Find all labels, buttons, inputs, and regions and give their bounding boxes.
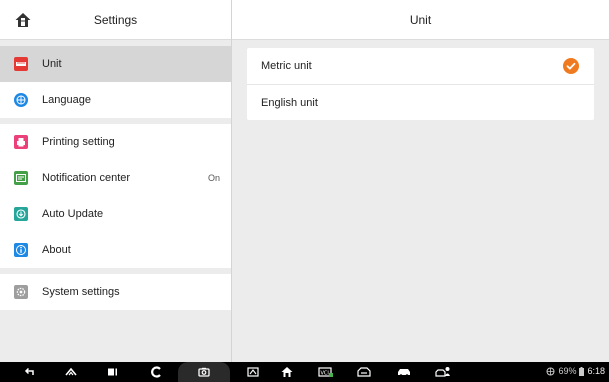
vci-status-icon[interactable]: VCI	[318, 365, 334, 379]
sidebar-item-about[interactable]: About	[0, 232, 231, 268]
status-area: 69% 6:18	[546, 366, 605, 376]
maxifix-home-icon[interactable]	[280, 365, 294, 379]
sidebar-item-label: System settings	[42, 286, 120, 298]
notification-icon	[14, 171, 28, 185]
page-title: Unit	[409, 13, 432, 27]
home-nav-icon[interactable]	[64, 365, 78, 379]
globe-status-icon	[546, 367, 555, 375]
unit-pane: Unit Metric unit English unit	[232, 0, 609, 362]
system-navigation-bar: VCI 69% 6:18	[0, 362, 609, 382]
menu-group-2: Printing setting Notification center On …	[0, 124, 231, 268]
sidebar-item-system-settings[interactable]: System settings	[0, 274, 231, 310]
sidebar-header: Settings	[0, 0, 231, 40]
option-label: English unit	[261, 96, 318, 109]
option-english-unit[interactable]: English unit	[247, 84, 594, 120]
sidebar-item-label: Printing setting	[42, 136, 115, 148]
printer-icon	[14, 135, 28, 149]
sidebar-item-label: About	[42, 244, 71, 256]
screenshot-button[interactable]	[178, 362, 230, 382]
sidebar-item-printing[interactable]: Printing setting	[0, 124, 231, 160]
notification-status: On	[207, 173, 220, 183]
clock: 6:18	[587, 366, 605, 376]
ruler-icon	[14, 57, 28, 71]
vci-icon[interactable]	[150, 365, 164, 379]
globe-icon	[14, 93, 28, 107]
remote-desk-icon[interactable]	[434, 365, 452, 379]
svg-text:VCI: VCI	[321, 371, 329, 377]
recent-apps-icon[interactable]	[106, 365, 120, 379]
sidebar-item-auto-update[interactable]: Auto Update	[0, 196, 231, 232]
camera-icon	[198, 367, 210, 377]
sidebar-item-label: Unit	[42, 58, 62, 70]
sidebar-item-notification[interactable]: Notification center On	[0, 160, 231, 196]
battery-percent: 69%	[558, 366, 577, 376]
sidebar-item-unit[interactable]: Unit	[0, 46, 231, 82]
unit-options: Metric unit English unit	[247, 48, 594, 120]
update-icon	[14, 207, 28, 221]
option-label: Metric unit	[261, 60, 312, 72]
sidebar-item-language[interactable]: Language	[0, 82, 231, 118]
scan-icon[interactable]	[246, 365, 260, 379]
car-icon[interactable]	[396, 365, 412, 379]
sidebar-item-label: Language	[42, 94, 91, 106]
menu-group-1: Unit Language	[0, 46, 231, 118]
content-header: Unit	[232, 0, 609, 40]
battery-icon	[579, 366, 585, 376]
service-icon[interactable]	[356, 365, 372, 379]
sidebar-title: Settings	[93, 13, 138, 27]
settings-sidebar: Settings Unit Language Printing setting	[0, 0, 231, 362]
option-metric-unit[interactable]: Metric unit	[247, 48, 594, 84]
gear-icon	[14, 285, 28, 299]
sidebar-item-label: Auto Update	[42, 208, 104, 220]
checkmark-icon	[563, 58, 579, 74]
sidebar-item-label: Notification center	[42, 172, 131, 184]
info-icon	[14, 243, 28, 257]
back-icon[interactable]	[22, 365, 36, 379]
menu-group-3: System settings	[0, 274, 231, 310]
